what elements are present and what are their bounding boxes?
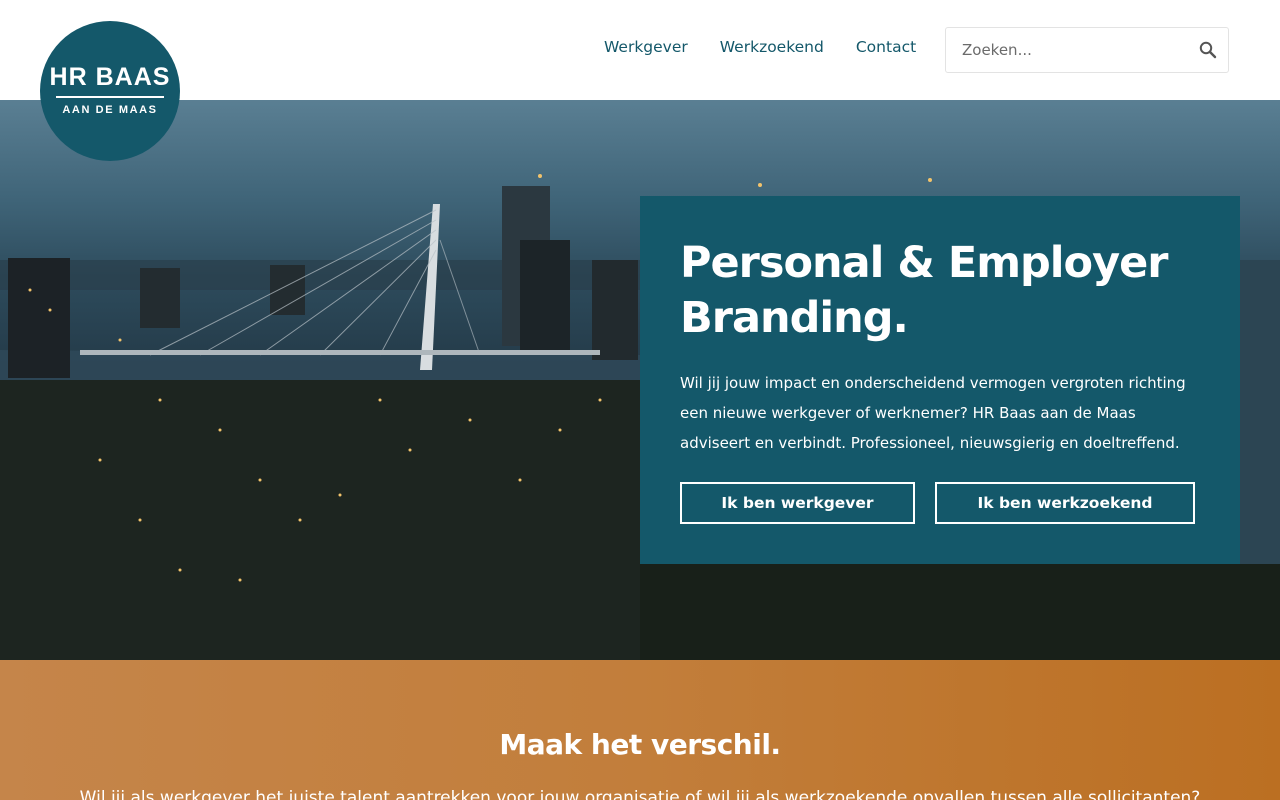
main-nav: Werkgever Werkzoekend Contact — [604, 38, 916, 56]
hero-title-line1: Personal & Employer — [680, 238, 1168, 288]
search-input[interactable] — [946, 28, 1188, 72]
hero-title: Personal & Employer Branding. — [680, 236, 1200, 346]
intro-section: Maak het verschil. Wil jij als werkgever… — [0, 660, 1280, 800]
section-title: Maak het verschil. — [499, 728, 781, 761]
hero-title-line2: Branding. — [680, 293, 909, 343]
section-text: Wil jij als werkgever het juiste talent … — [79, 788, 1201, 800]
search-box — [945, 27, 1229, 73]
hero-description: Wil jij jouw impact en onderscheidend ve… — [680, 368, 1200, 458]
site-logo[interactable]: HR BAAS AAN DE MAAS — [40, 21, 180, 161]
logo-subtitle: AAN DE MAAS — [62, 103, 158, 116]
logo-title: HR BAAS — [49, 62, 171, 91]
nav-werkgever[interactable]: Werkgever — [604, 38, 688, 56]
job-seeker-button[interactable]: Ik ben werkzoekend — [935, 482, 1195, 524]
logo-divider — [56, 95, 164, 98]
hero-buttons: Ik ben werkgever Ik ben werkzoekend — [680, 482, 1195, 524]
search-icon[interactable] — [1188, 28, 1228, 72]
site-header: Werkgever Werkzoekend Contact — [0, 0, 1280, 100]
hero-banner: Personal & Employer Branding. Wil jij jo… — [0, 100, 1280, 660]
hero-card: Personal & Employer Branding. Wil jij jo… — [640, 196, 1240, 564]
nav-werkzoekend[interactable]: Werkzoekend — [720, 38, 824, 56]
employer-button[interactable]: Ik ben werkgever — [680, 482, 915, 524]
nav-contact[interactable]: Contact — [856, 38, 916, 56]
